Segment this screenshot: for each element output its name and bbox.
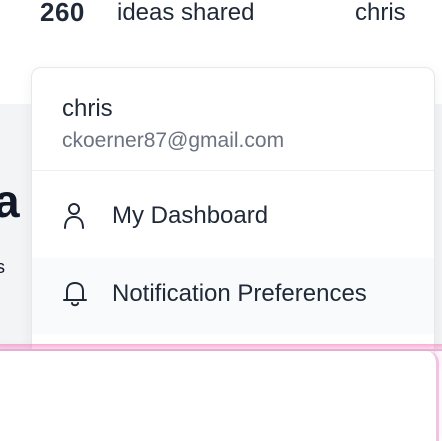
menu-item-label: Notification Preferences bbox=[112, 280, 367, 307]
user-name: chris bbox=[62, 95, 113, 122]
ideas-label: ideas shared bbox=[117, 0, 255, 26]
user-email: ckoerner87@gmail.com bbox=[62, 129, 285, 152]
menu-item-my-dashboard[interactable]: My Dashboard bbox=[32, 180, 434, 256]
background-partial-text: s bbox=[0, 257, 5, 277]
background-page bbox=[0, 30, 32, 104]
menu-item-label: My Dashboard bbox=[112, 202, 269, 229]
user-dropdown-menu: chris ckoerner87@gmail.com My Dashboard … bbox=[31, 67, 435, 369]
bell-icon bbox=[62, 280, 88, 308]
top-bar: 260 ideas shared chris bbox=[0, 0, 442, 30]
content-card bbox=[0, 351, 439, 441]
user-info-header: chris ckoerner87@gmail.com bbox=[32, 68, 434, 171]
user-menu-trigger[interactable]: chris bbox=[355, 0, 406, 27]
ideas-count: 260 bbox=[40, 0, 85, 27]
menu-item-notification-preferences[interactable]: Notification Preferences bbox=[32, 258, 434, 334]
user-icon bbox=[62, 202, 88, 230]
background-partial-text: a bbox=[0, 175, 20, 227]
